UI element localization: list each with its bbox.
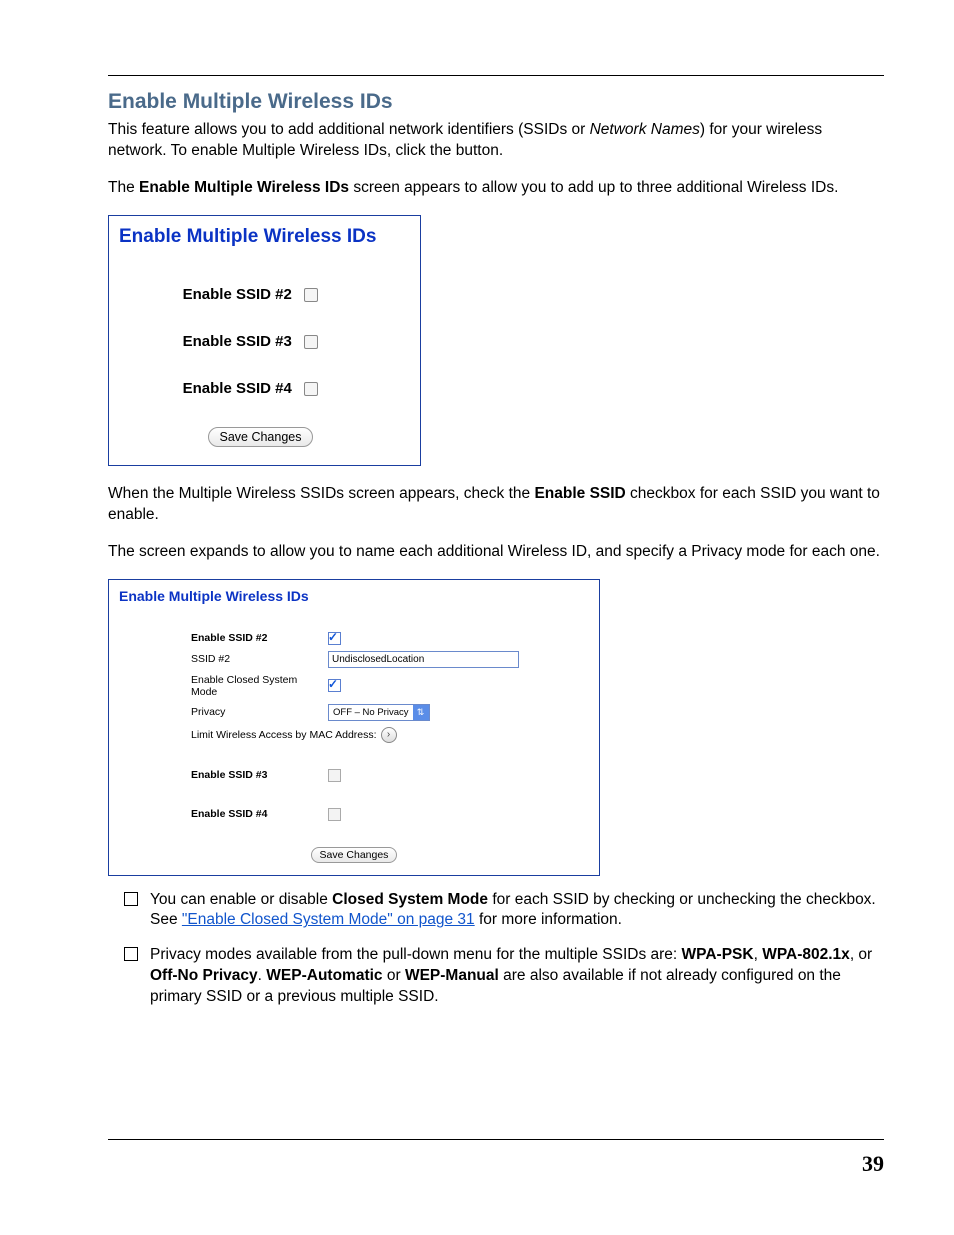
bullet2-sep3: . [258, 967, 267, 984]
panel2-row-enable-ssid3: Enable SSID #3 [119, 769, 589, 782]
panel2-row-enable-ssid4: Enable SSID #4 [119, 808, 589, 821]
panel1-row-ssid3: Enable SSID #3 [119, 333, 402, 350]
list-item: Privacy modes available from the pull-do… [124, 945, 884, 1008]
panel1-ssid3-label: Enable SSID #3 [183, 333, 292, 350]
panel1-ssid4-label: Enable SSID #4 [183, 380, 292, 397]
panel2-mac-go-button[interactable]: › [381, 727, 397, 743]
intro-2b-bold: Enable Multiple Wireless IDs [139, 179, 349, 196]
panel-enable-multiple-wireless-ids-expanded: Enable Multiple Wireless IDs Enable SSID… [108, 579, 600, 876]
bullet2-bold-wpa8021x: WPA-802.1x [762, 946, 850, 963]
panel2-row-privacy: Privacy OFF – No Privacy ⇅ [119, 704, 589, 721]
enable-ssid-2-checkbox[interactable] [304, 288, 318, 302]
panel2-enable-ssid3-checkbox[interactable] [328, 769, 341, 782]
top-rule [108, 75, 884, 76]
panel2-row-closed-system: Enable Closed System Mode [119, 674, 589, 698]
bullet2-bold-offnopriv: Off-No Privacy [150, 967, 258, 984]
page-number: 39 [862, 1151, 884, 1177]
panel2-closed-system-label: Enable Closed System Mode [119, 674, 320, 698]
panel1-save-button[interactable]: Save Changes [208, 427, 312, 447]
bullet2-bold-wepmanual: WEP-Manual [405, 967, 499, 984]
closed-system-mode-link[interactable]: "Enable Closed System Mode" on page 31 [182, 911, 475, 928]
bullet2-sep2: , or [850, 946, 872, 963]
intro-2c: screen appears to allow you to add up to… [349, 179, 838, 196]
section-heading: Enable Multiple Wireless IDs [108, 90, 884, 114]
panel2-privacy-select[interactable]: OFF – No Privacy ⇅ [328, 704, 430, 721]
panel1-ssid2-label: Enable SSID #2 [183, 286, 292, 303]
bullet2-bold-wepauto: WEP-Automatic [266, 967, 382, 984]
panel2-enable-ssid2-label: Enable SSID #2 [119, 632, 320, 644]
bullet2-a: Privacy modes available from the pull-do… [150, 946, 682, 963]
mid-1b-bold: Enable SSID [534, 485, 625, 502]
panel2-mac-label: Limit Wireless Access by MAC Address: [119, 729, 377, 741]
panel2-row-mac-limit: Limit Wireless Access by MAC Address: › [119, 727, 589, 743]
panel2-enable-ssid2-checkbox[interactable] [328, 632, 341, 645]
intro-paragraph-1: This feature allows you to add additiona… [108, 120, 884, 162]
panel2-row-enable-ssid2: Enable SSID #2 [119, 632, 589, 645]
panel2-enable-ssid4-checkbox[interactable] [328, 808, 341, 821]
panel2-enable-ssid3-label: Enable SSID #3 [119, 769, 320, 781]
panel2-privacy-label: Privacy [119, 706, 320, 718]
panel2-ssid2-input[interactable] [328, 651, 519, 668]
notes-list: You can enable or disable Closed System … [124, 890, 884, 1009]
enable-ssid-4-checkbox[interactable] [304, 382, 318, 396]
chevron-right-icon: › [387, 729, 390, 740]
bullet1-bold: Closed System Mode [332, 891, 488, 908]
bullet1-c: for more information. [475, 911, 622, 928]
bullet2-sep1: , [754, 946, 763, 963]
panel-enable-multiple-wireless-ids-basic: Enable Multiple Wireless IDs Enable SSID… [108, 215, 421, 466]
bullet2-bold-wpapsk: WPA-PSK [682, 946, 754, 963]
intro-1b-italic: Network Names [590, 121, 700, 138]
panel1-row-ssid4: Enable SSID #4 [119, 380, 402, 397]
enable-ssid-3-checkbox[interactable] [304, 335, 318, 349]
intro-2a: The [108, 179, 139, 196]
intro-1a: This feature allows you to add additiona… [108, 121, 590, 138]
panel2-row-ssid2-name: SSID #2 [119, 651, 589, 668]
bullet2-sep4: or [383, 967, 405, 984]
panel2-closed-system-checkbox[interactable] [328, 679, 341, 692]
panel2-privacy-value: OFF – No Privacy [329, 707, 413, 718]
intro-paragraph-2: The Enable Multiple Wireless IDs screen … [108, 178, 884, 199]
bottom-rule [108, 1139, 884, 1140]
panel1-row-ssid2: Enable SSID #2 [119, 286, 402, 303]
mid-paragraph-1: When the Multiple Wireless SSIDs screen … [108, 484, 884, 526]
mid-paragraph-2: The screen expands to allow you to name … [108, 542, 884, 563]
panel2-ssid2-label: SSID #2 [119, 653, 320, 665]
bullet1-a: You can enable or disable [150, 891, 332, 908]
panel2-save-button[interactable]: Save Changes [311, 847, 398, 863]
panel2-enable-ssid4-label: Enable SSID #4 [119, 808, 320, 820]
list-item: You can enable or disable Closed System … [124, 890, 884, 932]
mid-1a: When the Multiple Wireless SSIDs screen … [108, 485, 534, 502]
panel1-title: Enable Multiple Wireless IDs [119, 226, 402, 248]
panel2-title: Enable Multiple Wireless IDs [119, 588, 589, 604]
dropdown-arrows-icon: ⇅ [413, 705, 429, 720]
